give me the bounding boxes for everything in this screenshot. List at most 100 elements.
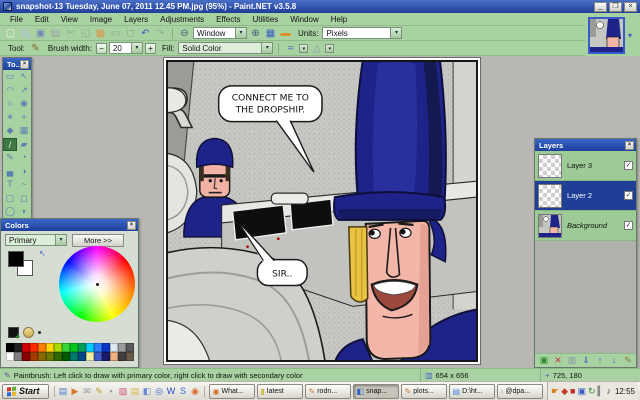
color-swatch[interactable] <box>70 352 78 361</box>
color-swatch[interactable] <box>38 352 46 361</box>
layer-visibility-checkbox[interactable]: ✓ <box>624 161 633 170</box>
layer-row-layer2[interactable]: Layer 2 ✓ <box>535 181 636 211</box>
tools-palette-titlebar[interactable]: To.. × <box>3 58 31 70</box>
tool-paintbrush[interactable]: / <box>3 137 17 151</box>
color-swatch[interactable] <box>54 352 62 361</box>
alert-icon[interactable]: ◆ <box>561 386 568 397</box>
tool-rounded-rectangle[interactable]: ◻ <box>17 192 31 206</box>
move-layer-down-button[interactable]: ↓ <box>608 355 620 367</box>
layer-row-background[interactable]: Background ✓ <box>535 211 636 241</box>
volume-icon[interactable]: ♪ <box>606 386 611 396</box>
color-swatch[interactable] <box>46 343 54 352</box>
color-swatch[interactable] <box>54 343 62 352</box>
new-icon[interactable]: ▢ <box>4 27 17 40</box>
color-swatch[interactable] <box>86 352 94 361</box>
task-button-snap[interactable]: ◧ snap... <box>352 383 399 399</box>
firefox-icon[interactable]: ◉ <box>190 386 201 397</box>
tool-lasso-select[interactable]: ◠ <box>3 84 17 98</box>
color-swatch[interactable] <box>94 343 102 352</box>
layers-palette-titlebar[interactable]: Layers × <box>535 139 636 151</box>
tool-rectangle[interactable]: ▢ <box>3 192 17 206</box>
brush-width-increase-button[interactable]: + <box>144 42 156 54</box>
menu-help[interactable]: Help <box>325 15 353 24</box>
tool-line-curve[interactable]: ~ <box>17 178 31 192</box>
sync-icon[interactable]: ↻ <box>588 386 596 397</box>
minimize-button[interactable]: _ <box>594 1 607 12</box>
ruler-icon[interactable]: ▬ <box>279 27 292 40</box>
media-player-icon[interactable]: ▶ <box>70 386 81 397</box>
color-swatch[interactable] <box>102 352 110 361</box>
print-icon[interactable]: ▤ <box>49 27 62 40</box>
color-swatch[interactable] <box>6 343 14 352</box>
save-icon[interactable]: ▣ <box>34 27 47 40</box>
color-swatch[interactable] <box>6 352 14 361</box>
display-icon[interactable]: ▣ <box>577 386 586 397</box>
fill-style-dropdown[interactable]: Solid Color ▾ <box>178 42 274 54</box>
pen-icon[interactable]: ▍ <box>598 386 605 397</box>
hand-icon[interactable]: ☛ <box>551 386 559 397</box>
tool-zoom[interactable]: ◉ <box>17 97 31 111</box>
color-swatch[interactable] <box>110 343 118 352</box>
close-icon[interactable]: × <box>127 220 136 230</box>
brush-width-dropdown[interactable]: 20 ▾ <box>108 42 143 54</box>
chevron-down-icon[interactable]: ▾ <box>325 43 335 53</box>
mail-icon[interactable]: ✉ <box>82 386 93 397</box>
task-button-latest[interactable]: ▮ latest <box>256 383 303 399</box>
zoom-in-icon[interactable]: ⊕ <box>249 27 262 40</box>
menu-layers[interactable]: Layers <box>118 15 154 24</box>
swap-colors-icon[interactable]: ↖ <box>39 249 46 258</box>
color-swatch[interactable] <box>62 352 70 361</box>
merge-down-button[interactable]: ⇓ <box>580 355 592 367</box>
color-swatch[interactable] <box>78 352 86 361</box>
color-swatch[interactable] <box>110 352 118 361</box>
task-button-plots[interactable]: ✎ plots... <box>400 383 447 399</box>
zoom-out-icon[interactable]: ⊖ <box>178 27 191 40</box>
color-swatch[interactable] <box>70 343 78 352</box>
tool-pencil[interactable]: ✎ <box>3 151 17 165</box>
palette-options-icon[interactable] <box>38 331 41 334</box>
tool-move-selection[interactable]: ↗ <box>17 84 31 98</box>
folder-icon[interactable]: ▤ <box>130 386 141 397</box>
color-mode-dropdown[interactable]: Primary ▾ <box>5 234 67 246</box>
color-swatch[interactable] <box>14 352 22 361</box>
tool-pan[interactable]: + <box>17 111 31 125</box>
tool-recolor[interactable]: ◑ <box>17 165 31 179</box>
app-icon[interactable]: ▪ <box>106 386 117 396</box>
color-swatch[interactable] <box>118 352 126 361</box>
menu-file[interactable]: File <box>4 15 29 24</box>
color-swatch[interactable] <box>118 343 126 352</box>
blend-mode-icon[interactable]: ≈ <box>284 42 297 55</box>
tool-text[interactable]: T <box>3 178 17 192</box>
tool-ellipse-select[interactable]: ○ <box>3 97 17 111</box>
open-image-thumbnail[interactable] <box>588 16 625 54</box>
color-swatch[interactable] <box>62 343 70 352</box>
task-button-what[interactable]: ◉ What... <box>208 383 255 399</box>
duplicate-layer-button[interactable]: ▥ <box>566 355 578 367</box>
color-swatch[interactable] <box>30 352 38 361</box>
menu-window[interactable]: Window <box>284 15 324 24</box>
tool-clone-stamp[interactable]: ▄ <box>3 165 17 179</box>
stop-icon[interactable]: ■ <box>570 386 575 396</box>
paste-icon[interactable]: ▦ <box>94 27 107 40</box>
primary-color-swatch[interactable] <box>8 251 24 267</box>
grid-icon[interactable]: ▦ <box>264 27 277 40</box>
layer-row-layer3[interactable]: Layer 3 ✓ <box>535 151 636 181</box>
add-color-icon[interactable] <box>8 327 20 341</box>
color-swatch[interactable] <box>94 352 102 361</box>
close-icon[interactable]: × <box>20 59 29 69</box>
start-button[interactable]: Start <box>2 383 49 399</box>
color-swatch[interactable] <box>78 343 86 352</box>
layer-visibility-checkbox[interactable]: ✓ <box>624 191 633 200</box>
color-wheel[interactable] <box>59 246 135 322</box>
tool-rectangle-select[interactable]: ▭ <box>3 70 17 84</box>
color-swatch[interactable] <box>22 343 30 352</box>
skype-icon[interactable]: S <box>178 386 189 396</box>
antialias-mode-icon[interactable]: △ <box>310 42 323 55</box>
tool-eraser[interactable]: ▰ <box>17 138 31 152</box>
menu-edit[interactable]: Edit <box>29 15 55 24</box>
canvas[interactable]: R <box>163 57 481 365</box>
units-dropdown[interactable]: Pixels ▾ <box>322 27 403 39</box>
layer-visibility-checkbox[interactable]: ✓ <box>624 221 633 230</box>
color-swatch[interactable] <box>30 343 38 352</box>
photos-icon[interactable]: ▨ <box>118 386 129 397</box>
